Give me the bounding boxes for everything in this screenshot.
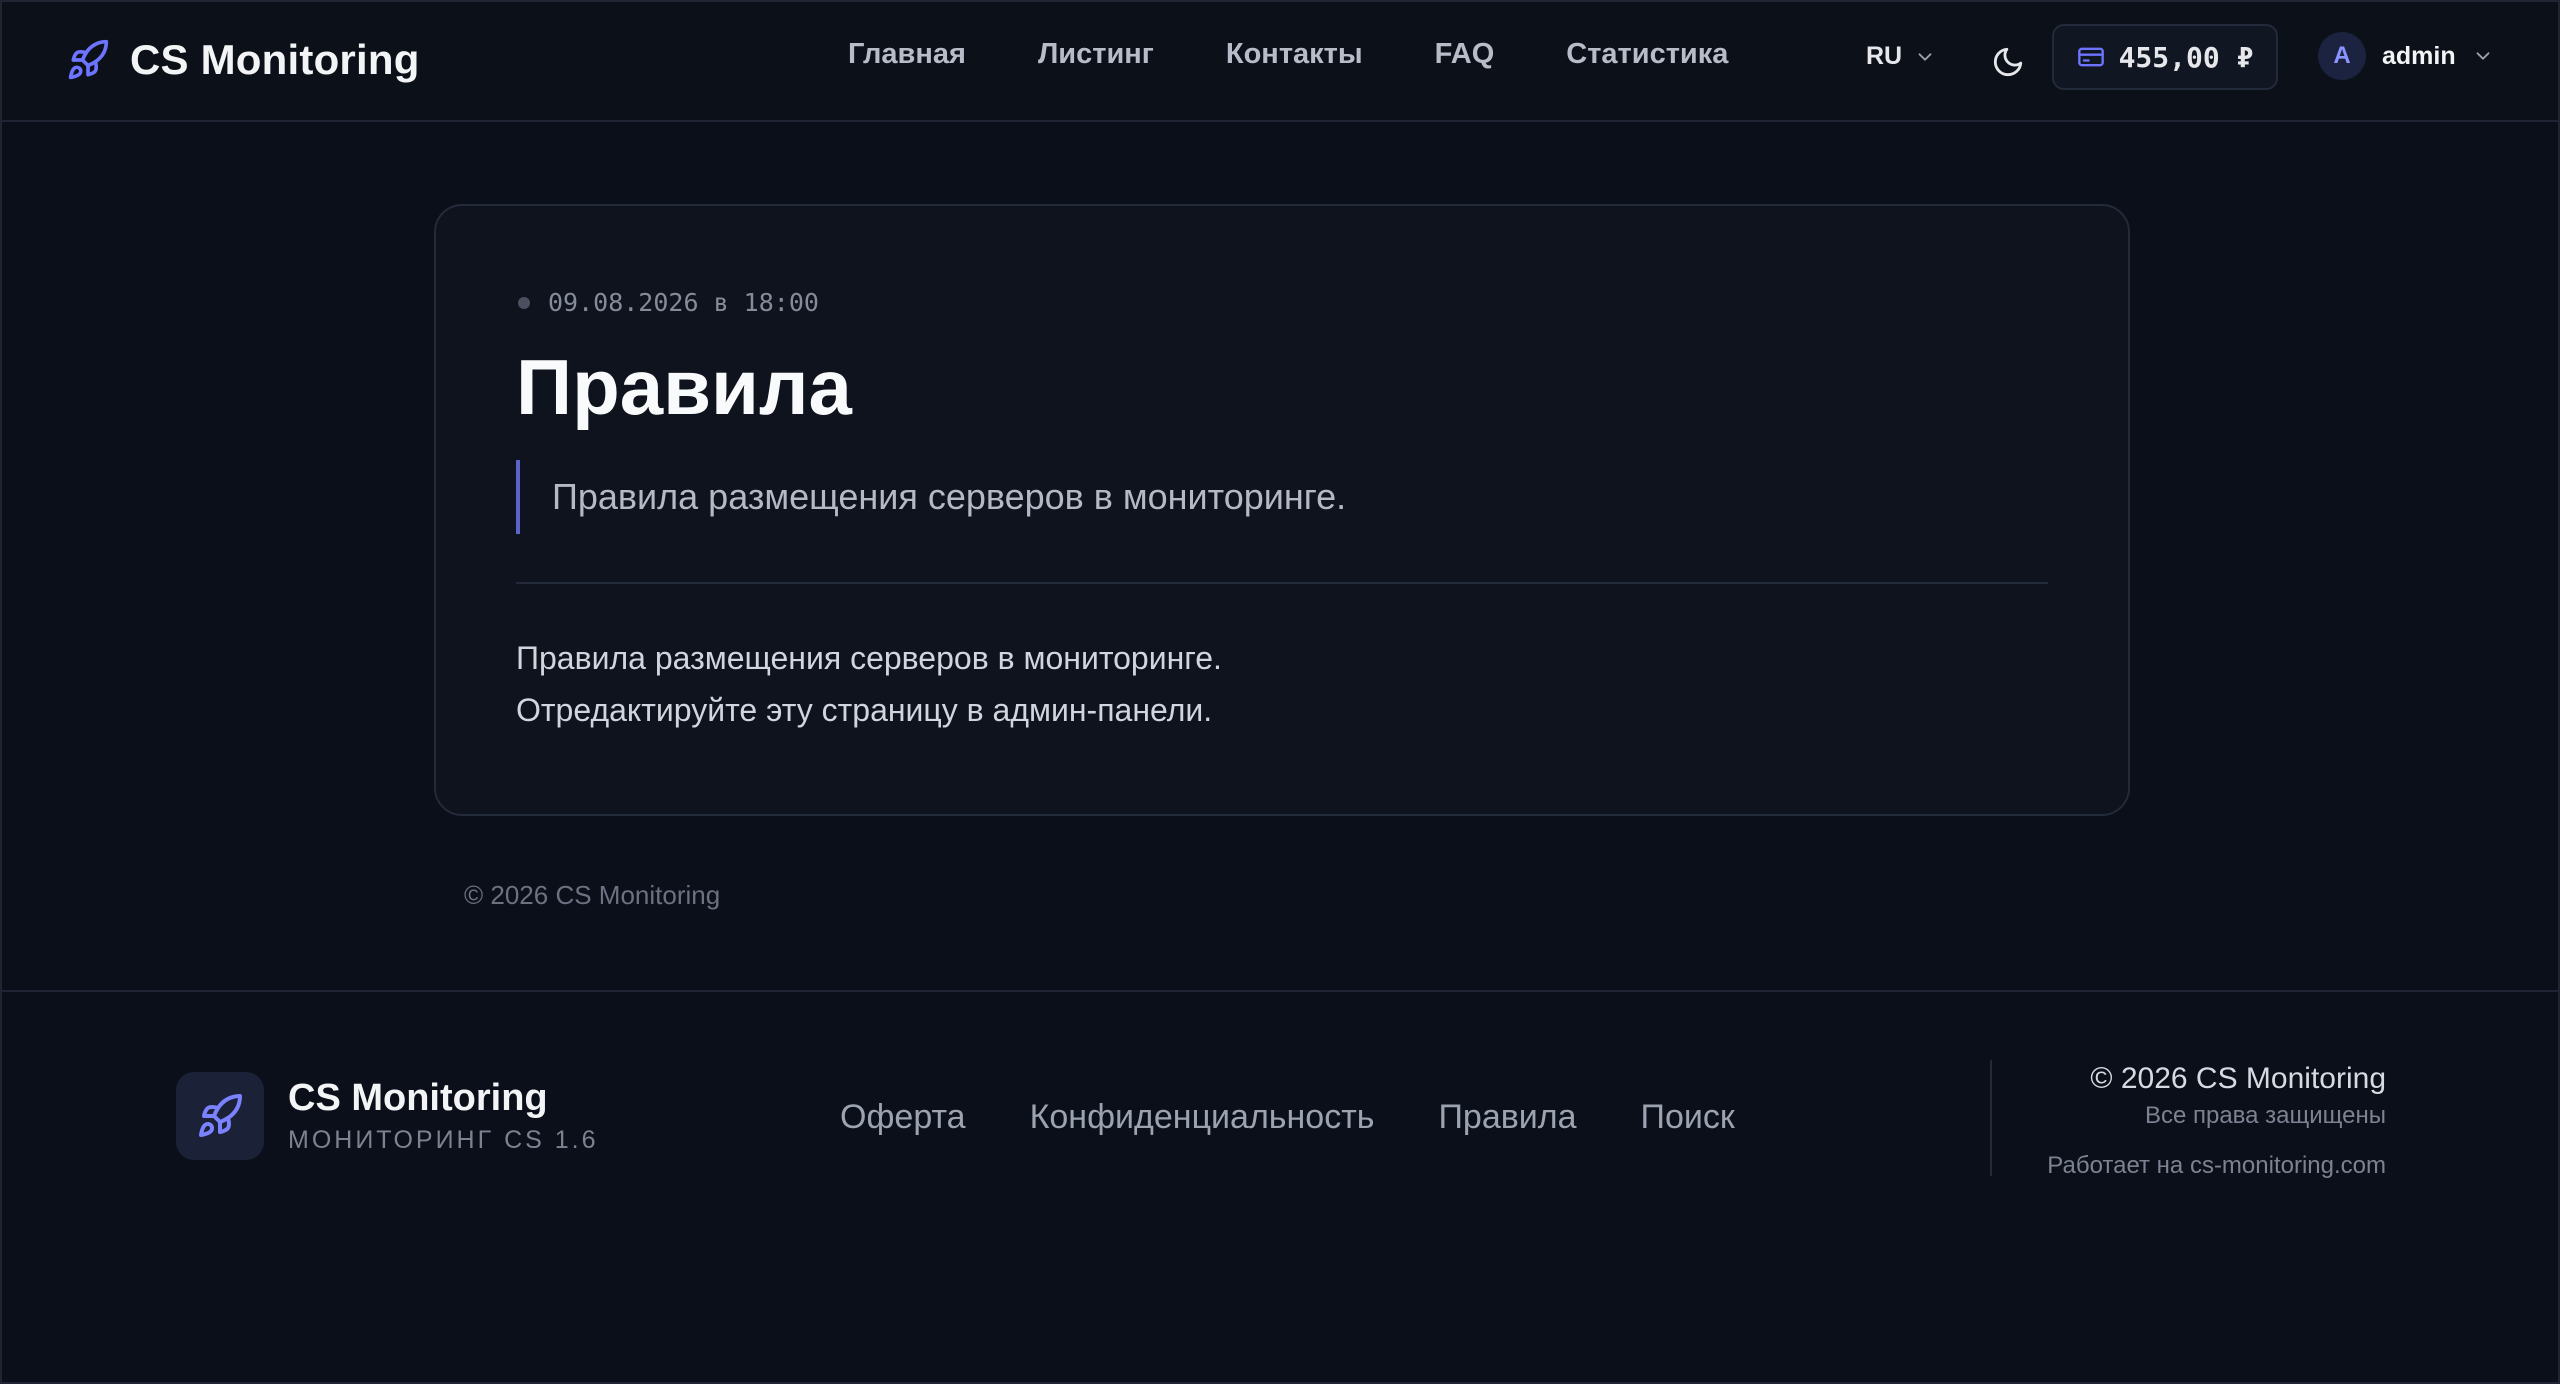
nav-statistics[interactable]: Статистика bbox=[1566, 38, 1728, 71]
divider bbox=[516, 582, 2048, 584]
lead-text: Правила размещения серверов в мониторинг… bbox=[552, 476, 1347, 517]
body-line: Отредактируйте эту страницу в админ-пане… bbox=[516, 692, 1213, 728]
footer-brand-name: CS Monitoring bbox=[288, 1077, 548, 1119]
footer-rights: Все права защищены bbox=[2144, 1102, 2386, 1129]
theme-toggle-button[interactable] bbox=[1986, 40, 2030, 84]
lead-quote: Правила размещения серверов в мониторинг… bbox=[516, 460, 1346, 534]
footer-brand-subtitle: МОНИТОРИНГ CS 1.6 bbox=[288, 1126, 599, 1154]
balance-amount: 455,00 ₽ bbox=[2118, 40, 2254, 74]
footer-logo bbox=[176, 1072, 264, 1160]
top-navbar: CS Monitoring Главная Листинг Контакты F… bbox=[2, 2, 2558, 122]
article-body: Правила размещения серверов в мониторинг… bbox=[516, 632, 1222, 736]
body-line: Правила размещения серверов в мониторинг… bbox=[516, 640, 1222, 676]
rocket-icon bbox=[68, 39, 109, 80]
publish-date: 09.08.2026 в 18:00 bbox=[518, 288, 819, 317]
date-dot-icon bbox=[518, 296, 530, 309]
page-title: Правила bbox=[516, 343, 852, 431]
wallet-icon bbox=[2077, 47, 2104, 67]
page-copyright: © 2026 CS Monitoring bbox=[464, 880, 721, 910]
footer-copyright: © 2026 CS Monitoring bbox=[2090, 1062, 2386, 1095]
footer-link-privacy[interactable]: Конфиденциальность bbox=[1030, 1098, 1375, 1137]
rocket-icon bbox=[199, 1093, 242, 1137]
site-footer: CS Monitoring МОНИТОРИНГ CS 1.6 Оферта К… bbox=[2, 990, 2558, 1238]
date-text: 09.08.2026 в 18:00 bbox=[548, 288, 819, 317]
footer-separator bbox=[1990, 1060, 1992, 1176]
footer-powered-by[interactable]: Работает на cs-monitoring.com bbox=[2047, 1152, 2386, 1180]
moon-icon bbox=[1993, 47, 2023, 77]
language-label: RU bbox=[1866, 42, 1903, 70]
avatar: A bbox=[2318, 32, 2366, 80]
user-name: admin bbox=[2382, 41, 2456, 70]
language-selector[interactable]: RU bbox=[1866, 42, 1936, 71]
footer-legal: © 2026 CS Monitoring Все права защищены … bbox=[2047, 1062, 2386, 1180]
footer-link-search[interactable]: Поиск bbox=[1641, 1098, 1735, 1137]
nav-contacts[interactable]: Контакты bbox=[1226, 38, 1363, 71]
main-nav: Главная Листинг Контакты FAQ Статистика bbox=[848, 38, 1728, 71]
article-card: 09.08.2026 в 18:00 Правила Правила разме… bbox=[434, 204, 2130, 816]
nav-faq[interactable]: FAQ bbox=[1435, 38, 1495, 71]
footer-links: Оферта Конфиденциальность Правила Поиск bbox=[840, 1098, 1735, 1137]
chevron-down-icon bbox=[1918, 52, 1932, 61]
user-menu[interactable]: A admin bbox=[2318, 32, 2494, 80]
footer-link-rules[interactable]: Правила bbox=[1438, 1098, 1576, 1137]
footer-brand[interactable]: CS Monitoring МОНИТОРИНГ CS 1.6 bbox=[176, 1072, 599, 1160]
chevron-down-icon bbox=[2476, 52, 2490, 60]
nav-home[interactable]: Главная bbox=[848, 38, 966, 71]
nav-listing[interactable]: Листинг bbox=[1038, 38, 1154, 71]
footer-link-offer[interactable]: Оферта bbox=[840, 1098, 966, 1137]
brand-logo[interactable]: CS Monitoring bbox=[66, 32, 420, 88]
brand-name: CS Monitoring bbox=[130, 36, 420, 83]
balance-button[interactable]: 455,00 ₽ bbox=[2052, 24, 2278, 90]
